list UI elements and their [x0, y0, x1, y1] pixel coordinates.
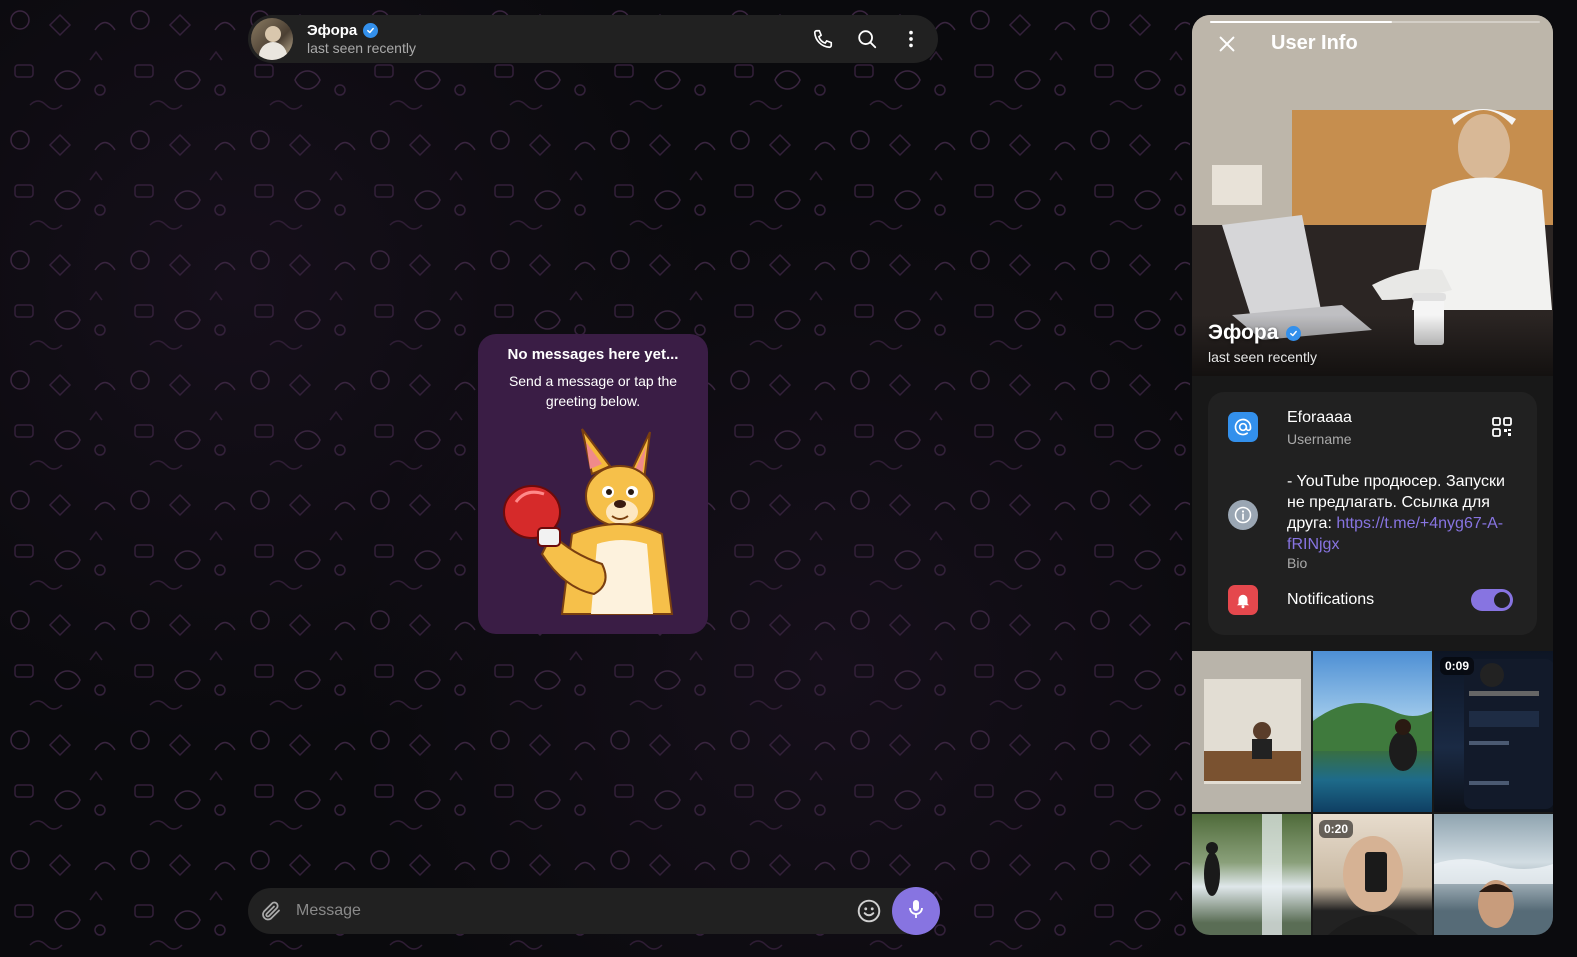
media-item[interactable]	[1192, 814, 1311, 935]
panel-title: User Info	[1271, 32, 1358, 54]
microphone-button[interactable]	[892, 887, 940, 935]
photo-progress-fill	[1210, 21, 1392, 23]
chat-name: Эфора	[307, 21, 358, 39]
username-value: Eforaaaa	[1287, 409, 1352, 426]
profile-photo[interactable]: User Info Эфора last seen recently	[1192, 15, 1553, 376]
info-icon	[1228, 500, 1258, 530]
empty-chat-subtitle: Send a message or tap the greeting below…	[508, 373, 678, 409]
media-item[interactable]: 0:09	[1434, 651, 1553, 812]
profile-name-text: Эфора	[1208, 321, 1279, 344]
smile-icon[interactable]	[856, 898, 882, 924]
bio-row[interactable]: - YouTube продюсер. Запуски не предлагат…	[1208, 462, 1537, 572]
verified-icon	[1286, 325, 1302, 341]
bio-text: - YouTube продюсер. Запуски не предлагат…	[1287, 471, 1517, 555]
kangaroo-greeting-sticker[interactable]	[502, 424, 682, 625]
notifications-toggle[interactable]	[1471, 589, 1513, 611]
close-icon[interactable]	[1214, 31, 1240, 57]
at-sign-icon	[1228, 412, 1258, 442]
username-row[interactable]: Eforaaaa Username	[1208, 392, 1537, 462]
notifications-row[interactable]: Notifications	[1208, 572, 1537, 628]
empty-chat-title: No messages here yet...	[507, 346, 679, 363]
phone-icon[interactable]	[810, 26, 836, 52]
media-item[interactable]	[1434, 814, 1553, 935]
profile-name: Эфора	[1208, 321, 1302, 345]
empty-chat-card: No messages here yet... Send a message o…	[478, 334, 708, 634]
media-item[interactable]	[1313, 651, 1432, 812]
bell-icon	[1228, 585, 1258, 615]
media-duration: 0:20	[1319, 820, 1354, 838]
media-item[interactable]: 0:20	[1313, 814, 1432, 935]
chat-status: last seen recently	[307, 40, 416, 57]
shared-media-grid: 0:09 0:20	[1192, 651, 1553, 935]
message-input[interactable]	[294, 901, 856, 921]
toggle-knob	[1494, 592, 1510, 608]
message-composer	[248, 887, 940, 935]
avatar[interactable]	[251, 18, 293, 60]
media-duration: 0:09	[1440, 657, 1475, 675]
paperclip-icon[interactable]	[258, 898, 284, 924]
bio-label: Bio	[1287, 555, 1308, 571]
user-info-panel: User Info Эфора last seen recently Efora…	[1192, 15, 1553, 935]
chat-title-block[interactable]: Эфора last seen recently	[307, 22, 416, 56]
qr-code-icon[interactable]	[1489, 414, 1515, 440]
verified-icon	[363, 22, 379, 38]
microphone-icon	[904, 897, 928, 926]
chat-header: Эфора last seen recently	[248, 15, 938, 63]
media-item[interactable]	[1192, 651, 1311, 812]
profile-status: last seen recently	[1208, 349, 1317, 365]
notifications-label: Notifications	[1287, 591, 1375, 608]
more-vertical-icon[interactable]	[898, 26, 924, 52]
photo-progress-bar	[1210, 21, 1540, 23]
chat-name-row: Эфора	[307, 22, 416, 39]
username-label: Username	[1287, 431, 1352, 447]
info-card: Eforaaaa Username - YouTube продюсер. За…	[1208, 392, 1537, 635]
search-icon[interactable]	[854, 26, 880, 52]
header-actions	[810, 26, 924, 52]
